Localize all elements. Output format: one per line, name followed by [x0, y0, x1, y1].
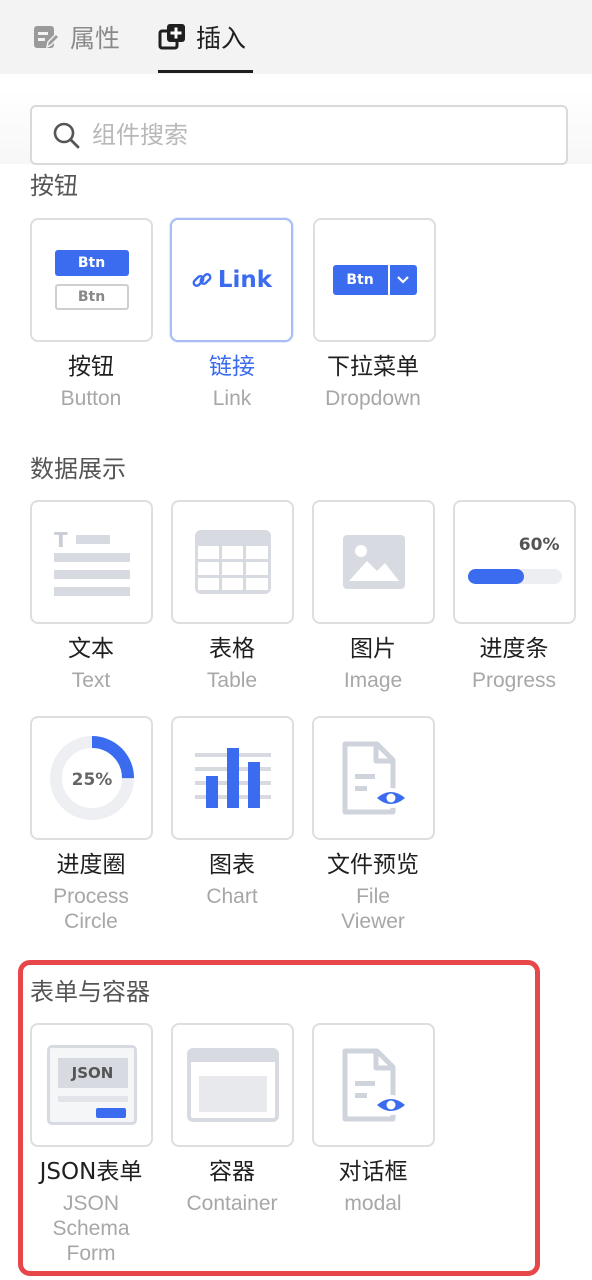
- component-card-image[interactable]: [312, 500, 435, 624]
- component-label: JSON表单: [39, 1159, 143, 1185]
- active-tab-indicator: [158, 70, 253, 73]
- button-preview-icon: Btn Btn: [54, 250, 129, 310]
- edit-icon: [34, 26, 60, 49]
- component-sublabel: Text: [71, 669, 111, 692]
- add-layer-icon: [158, 24, 185, 50]
- tab-properties[interactable]: 属性: [32, 0, 120, 74]
- progress-circle-icon: 25%: [49, 736, 134, 820]
- component-card-button[interactable]: Btn Btn: [30, 218, 153, 342]
- component-label: 容器: [209, 1159, 255, 1185]
- component-card-json-form[interactable]: JSON: [30, 1023, 153, 1147]
- modal-icon: [342, 1048, 406, 1122]
- sublabel-line: Process: [53, 885, 129, 908]
- section-title-data-display: 数据展示: [30, 455, 126, 483]
- table-icon: [194, 530, 271, 594]
- dropdown-button-preview: Btn: [332, 265, 388, 295]
- component-label: 图表: [209, 852, 255, 878]
- component-sublabel: Process Circle: [21, 884, 161, 934]
- tab-insert[interactable]: 插入: [158, 0, 246, 74]
- sublabel-line: Form: [66, 1242, 116, 1265]
- component-sublabel: Chart: [206, 885, 258, 908]
- section-title-forms-containers: 表单与容器: [30, 978, 150, 1006]
- secondary-button-preview: Btn: [54, 284, 129, 310]
- component-label: 链接: [209, 354, 255, 380]
- component-search-box[interactable]: [30, 105, 568, 165]
- component-label: 图片: [350, 636, 396, 662]
- link-preview-icon: Link: [191, 267, 272, 293]
- chevron-down-icon: [389, 265, 417, 295]
- link-icon: [192, 273, 212, 287]
- sublabel-line: Circle: [64, 910, 118, 933]
- component-sublabel: JSON Schema Form: [21, 1191, 161, 1266]
- dropdown-preview-icon: Btn: [332, 265, 417, 295]
- container-icon: [186, 1048, 279, 1122]
- component-label: 下拉菜单: [327, 354, 419, 380]
- component-card-process-circle[interactable]: 25%: [30, 716, 153, 840]
- progress-percent-text: 60%: [518, 535, 560, 555]
- primary-button-preview: Btn: [54, 250, 129, 276]
- component-sublabel: Progress: [471, 669, 557, 692]
- panel-tab-bar: 属性 插入: [0, 0, 592, 74]
- component-sublabel: modal: [344, 1192, 402, 1215]
- sublabel-line: JSON: [62, 1192, 119, 1215]
- component-label: 进度条: [479, 636, 549, 662]
- component-card-file-viewer[interactable]: [312, 716, 435, 840]
- search-input[interactable]: [92, 121, 532, 149]
- text-glyph: T: [54, 528, 68, 552]
- component-label: 按钮: [68, 354, 114, 380]
- json-form-badge: JSON: [57, 1058, 128, 1088]
- component-card-container[interactable]: [171, 1023, 294, 1147]
- component-card-modal[interactable]: [312, 1023, 435, 1147]
- circle-percent-text: 25%: [71, 770, 112, 790]
- bar-chart-icon: [194, 748, 271, 808]
- component-label: 对话框: [338, 1159, 408, 1185]
- component-card-table[interactable]: [171, 500, 294, 624]
- component-sublabel: File Viewer: [303, 884, 443, 934]
- component-sublabel: Image: [343, 669, 403, 692]
- search-icon: [53, 122, 80, 149]
- component-card-text[interactable]: T: [30, 500, 153, 624]
- component-sublabel: Container: [186, 1192, 278, 1215]
- section-title-buttons: 按钮: [30, 172, 78, 200]
- component-card-progress[interactable]: 60%: [453, 500, 576, 624]
- component-sublabel: Link: [212, 387, 252, 410]
- component-sublabel: Dropdown: [325, 387, 421, 410]
- image-icon: [342, 535, 405, 589]
- json-form-submit: [95, 1108, 126, 1118]
- json-form-line: [57, 1096, 128, 1102]
- component-sublabel: Button: [60, 387, 122, 410]
- component-card-link[interactable]: Link: [170, 218, 293, 342]
- component-card-dropdown[interactable]: Btn: [313, 218, 436, 342]
- component-label: 进度圈: [56, 852, 126, 878]
- component-label: 表格: [209, 636, 255, 662]
- sublabel-line: File: [356, 885, 390, 908]
- progress-preview-icon: 60%: [467, 527, 562, 597]
- link-preview-text: Link: [217, 267, 273, 293]
- sublabel-line: Schema: [52, 1217, 130, 1240]
- component-label: 文本: [68, 636, 114, 662]
- component-card-chart[interactable]: [171, 716, 294, 840]
- tab-properties-label: 属性: [70, 24, 121, 53]
- component-label: 文件预览: [327, 852, 419, 878]
- text-icon: T: [53, 528, 130, 596]
- component-sublabel: Table: [206, 669, 258, 692]
- tab-insert-label: 插入: [196, 24, 247, 53]
- progress-fill: [467, 569, 524, 584]
- file-preview-icon: [342, 741, 406, 815]
- sublabel-line: Viewer: [341, 910, 405, 933]
- json-form-icon: JSON: [46, 1045, 137, 1125]
